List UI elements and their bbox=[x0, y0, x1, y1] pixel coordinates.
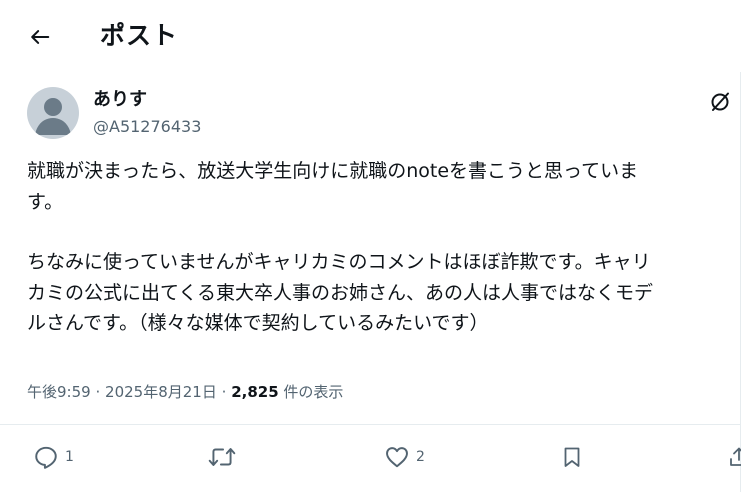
author-display-name[interactable]: ありす bbox=[93, 88, 147, 112]
share-button[interactable] bbox=[727, 440, 741, 474]
views-count: 2,825 bbox=[231, 383, 279, 401]
like-icon bbox=[386, 447, 408, 468]
post-line: す。 bbox=[27, 190, 64, 213]
post-line: ちなみに使っていませんがキャリカミのコメントはほぼ詐欺です。キャリ bbox=[27, 251, 651, 273]
reply-icon bbox=[35, 446, 57, 469]
post-line: カミの公式に出てくる東大卒人事のお姉さん、あの人は人事ではなくモデ bbox=[27, 281, 654, 304]
reply-button[interactable]: 1 bbox=[33, 440, 74, 474]
post-text: 就職が決まったら、放送大学生向けに就職のnoteを書こうと思っていま す。 ちな… bbox=[27, 156, 741, 339]
divider bbox=[0, 424, 740, 425]
like-button[interactable]: 2 bbox=[384, 440, 425, 474]
post-meta: 午後9:59 · 2025年8月21日 · 2,825 件の表示 bbox=[27, 381, 343, 403]
default-avatar-icon bbox=[35, 98, 71, 135]
meta-separator: · bbox=[221, 383, 227, 401]
meta-separator: · bbox=[95, 383, 101, 401]
post-header: ポスト bbox=[0, 0, 741, 72]
views-label: 件の表示 bbox=[283, 383, 344, 401]
action-bar: 1 2 bbox=[0, 440, 741, 474]
back-button[interactable] bbox=[20, 20, 60, 54]
author-handle[interactable]: @A51276433 bbox=[93, 116, 201, 138]
repost-icon bbox=[208, 448, 236, 467]
back-arrow-icon bbox=[31, 30, 50, 44]
post-line: ルさんです。（様々な媒体で契約しているみたいです） bbox=[27, 312, 489, 334]
grok-button[interactable] bbox=[706, 88, 734, 116]
grok-icon bbox=[711, 92, 729, 111]
post-line: 就職が決まったら、放送大学生向けに就職のnoteを書こうと思っていま bbox=[27, 160, 639, 182]
post-time[interactable]: 午後9:59 bbox=[27, 383, 91, 401]
repost-button[interactable] bbox=[207, 440, 243, 474]
page-title: ポスト bbox=[100, 21, 179, 50]
like-count: 2 bbox=[416, 449, 425, 465]
bookmark-icon bbox=[564, 447, 580, 467]
reply-count: 1 bbox=[65, 449, 74, 465]
avatar[interactable] bbox=[27, 87, 79, 139]
bookmark-button[interactable] bbox=[560, 440, 584, 474]
share-icon bbox=[730, 447, 741, 466]
post-date[interactable]: 2025年8月21日 bbox=[105, 383, 217, 401]
